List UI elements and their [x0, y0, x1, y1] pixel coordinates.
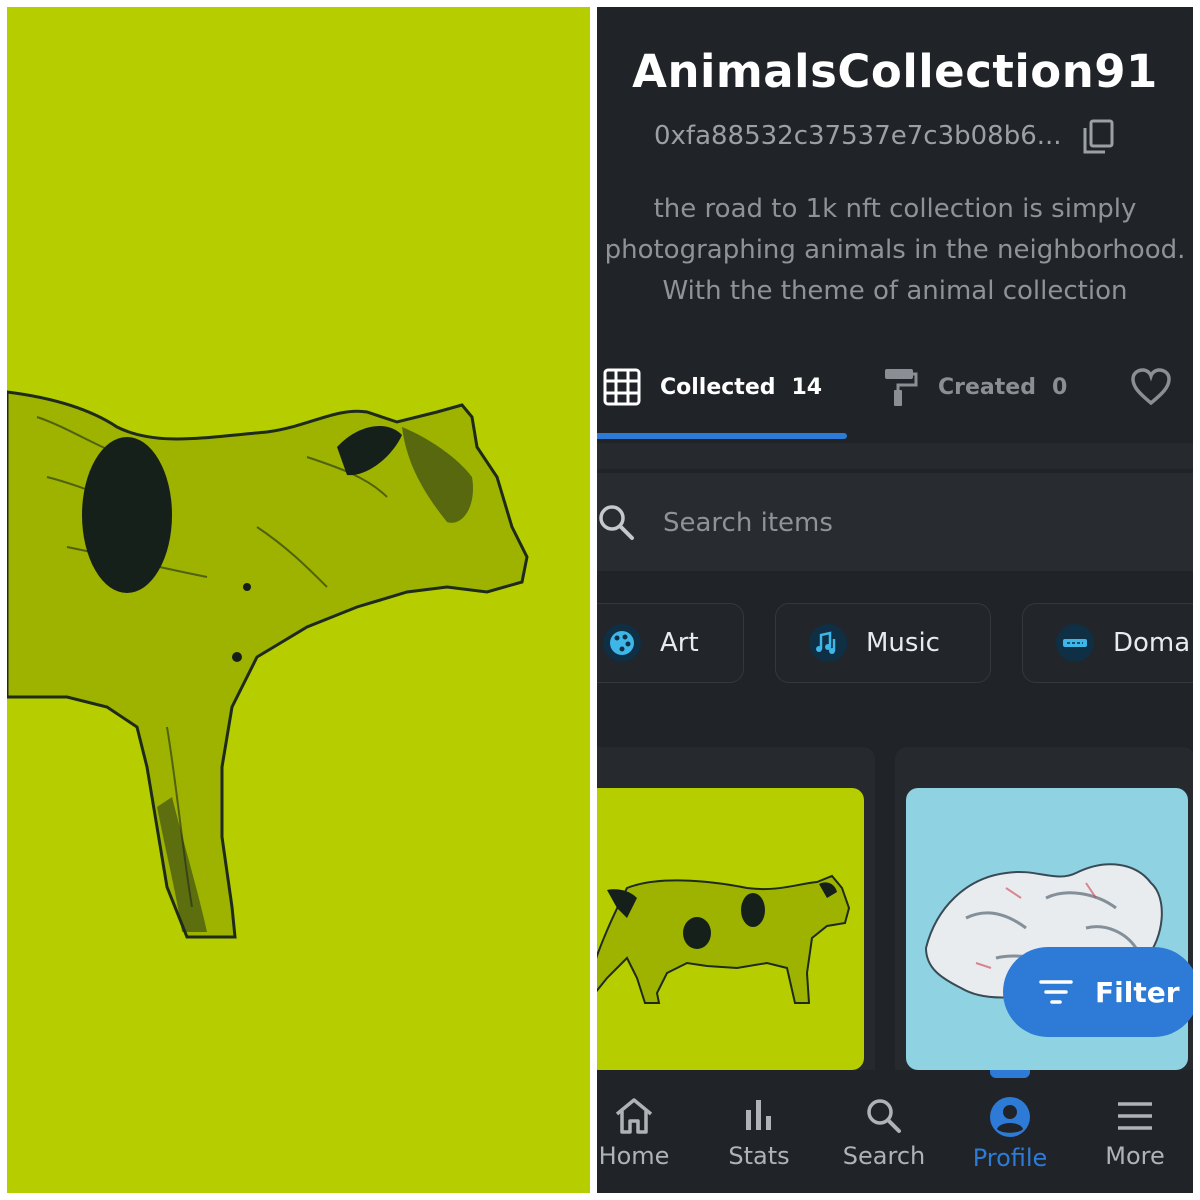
category-chip-art[interactable]: Art [597, 603, 744, 683]
item-thumbnail-cat[interactable] [597, 788, 864, 1070]
domain-icon [1056, 624, 1094, 662]
palette-icon [603, 624, 641, 662]
filter-icon [1039, 980, 1073, 1004]
profile-screen: AnimalsCollection91 0xfa88532c37537e7c3b… [597, 7, 1193, 1193]
tabs-divider [597, 443, 1193, 469]
category-chip-music[interactable]: Music [775, 603, 991, 683]
filter-button[interactable]: Filter [1003, 947, 1193, 1037]
category-chip-domain[interactable]: Doma [1022, 603, 1193, 683]
cat-artwork-large [7, 7, 590, 1193]
tab-collected-label: Collected [660, 374, 776, 400]
nav-item-stats[interactable]: Stats [699, 1096, 819, 1170]
search-input[interactable] [661, 503, 1165, 543]
grid-icon [603, 368, 641, 406]
profile-name: AnimalsCollection91 [632, 45, 1158, 98]
home-icon [615, 1098, 653, 1134]
category-label: Music [866, 628, 940, 658]
nav-label: More [1105, 1142, 1165, 1170]
wallet-address: 0xfa88532c37537e7c3b08b6... [654, 121, 1062, 151]
description-line: photographing animals in the neighborhoo… [604, 235, 1186, 265]
search-icon [867, 1099, 901, 1133]
description-line: With the theme of animal collection [662, 276, 1128, 306]
profile-description: the road to 1k nft collection is simply … [597, 189, 1193, 312]
nav-label: Search [842, 1142, 926, 1170]
description-line: the road to 1k nft collection is simply [653, 194, 1137, 224]
tab-liked[interactable] [1131, 365, 1171, 409]
nav-item-search[interactable]: Search [824, 1096, 944, 1170]
paint-roller-icon [885, 369, 918, 406]
copy-icon[interactable] [1081, 119, 1115, 155]
nav-item-home[interactable]: Home [597, 1096, 694, 1170]
profile-icon [990, 1097, 1030, 1137]
search-icon [599, 505, 634, 540]
cat-thumbnail-illustration [597, 874, 851, 1004]
nav-label: Stats [728, 1142, 790, 1170]
music-notes-icon [809, 624, 847, 662]
active-nav-indicator [990, 1070, 1030, 1078]
nav-item-profile[interactable]: Profile [950, 1096, 1070, 1172]
stats-icon [746, 1100, 771, 1130]
tab-created[interactable]: Created 0 [882, 365, 1067, 409]
cat-illustration [7, 390, 529, 939]
active-tab-indicator [597, 433, 847, 439]
tab-created-label: Created [938, 374, 1036, 400]
tab-created-count: 0 [1051, 374, 1068, 400]
tab-collected[interactable]: Collected 14 [602, 365, 822, 409]
category-label: Doma [1113, 628, 1191, 658]
menu-icon [1118, 1102, 1152, 1130]
tab-collected-count: 14 [791, 374, 823, 400]
filter-label: Filter [1095, 975, 1180, 1009]
profile-tabs: Collected 14 Created 0 [597, 347, 1193, 443]
category-label: Art [660, 628, 699, 658]
nav-label: Home [598, 1142, 670, 1170]
heart-icon [1131, 368, 1171, 406]
nav-item-more[interactable]: More [1075, 1096, 1193, 1170]
nav-label: Profile [972, 1144, 1048, 1172]
search-bar [597, 473, 1193, 571]
bottom-navigation: Home Stats Search Profile More [597, 1070, 1193, 1193]
wallet-address-row: 0xfa88532c37537e7c3b08b6... [597, 115, 1193, 161]
